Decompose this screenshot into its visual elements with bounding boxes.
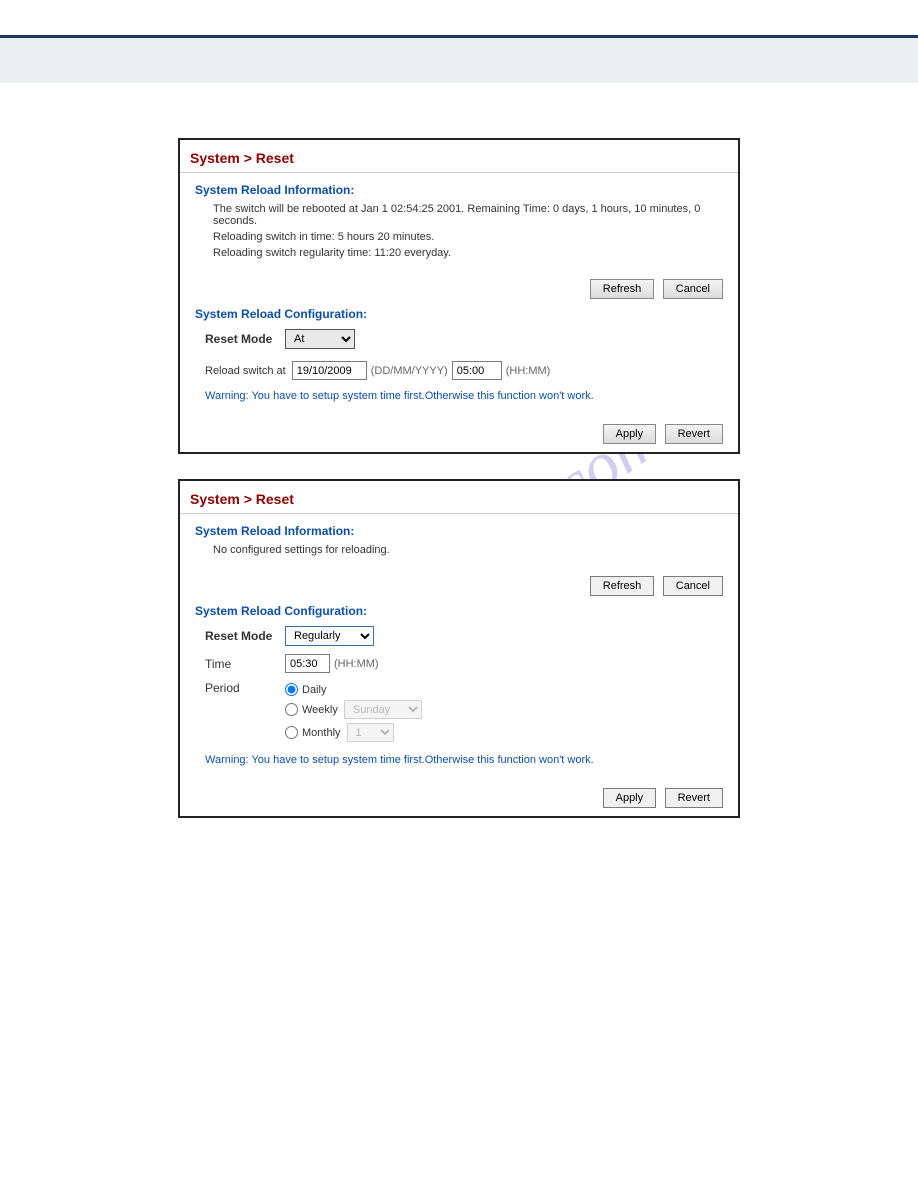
time-hint: (HH:MM) [334, 658, 379, 670]
panel-title: System > Reset [180, 481, 738, 513]
reload-at-row: Reload switch at (DD/MM/YYYY) (HH:MM) [195, 353, 723, 384]
time-label: Time [205, 657, 285, 671]
config-button-row: Apply Revert [180, 416, 738, 452]
panel-reset-at: System > Reset System Reload Information… [178, 138, 740, 454]
reset-mode-label: Reset Mode [205, 629, 285, 643]
reset-mode-row: Reset Mode At [195, 325, 723, 353]
weekly-label: Weekly [302, 704, 338, 716]
time-row: Time (HH:MM) [195, 650, 723, 677]
weekly-day-select: Sunday [344, 700, 422, 719]
info-line: The switch will be rebooted at Jan 1 02:… [195, 201, 723, 229]
time-hint: (HH:MM) [506, 365, 551, 377]
info-button-row: Refresh Cancel [180, 568, 738, 604]
reload-config-section: System Reload Configuration: Reset Mode … [180, 604, 738, 780]
cancel-button[interactable]: Cancel [663, 279, 723, 299]
time-input[interactable] [452, 361, 502, 380]
reload-config-title: System Reload Configuration: [195, 307, 723, 321]
reset-mode-label: Reset Mode [205, 332, 285, 346]
period-weekly-radio[interactable] [285, 703, 298, 716]
daily-label: Daily [302, 684, 326, 696]
reload-config-title: System Reload Configuration: [195, 604, 723, 618]
header-band [0, 38, 918, 83]
date-input[interactable] [292, 361, 367, 380]
apply-button[interactable]: Apply [603, 424, 657, 444]
period-monthly-radio[interactable] [285, 726, 298, 739]
period-daily-radio[interactable] [285, 683, 298, 696]
reload-info-section: System Reload Information: No configured… [180, 514, 738, 568]
panel-title: System > Reset [180, 140, 738, 172]
revert-button[interactable]: Revert [665, 788, 723, 808]
panel-reset-regularly: System > Reset System Reload Information… [178, 479, 740, 818]
cancel-button[interactable]: Cancel [663, 576, 723, 596]
info-line: Reloading switch in time: 5 hours 20 min… [195, 229, 723, 245]
date-hint: (DD/MM/YYYY) [371, 365, 448, 377]
reset-mode-select[interactable]: At [285, 329, 355, 349]
refresh-button[interactable]: Refresh [590, 576, 655, 596]
refresh-button[interactable]: Refresh [590, 279, 655, 299]
config-button-row: Apply Revert [180, 780, 738, 816]
monthly-day-select: 1 [347, 723, 394, 742]
reload-info-title: System Reload Information: [195, 524, 723, 538]
info-line: No configured settings for reloading. [195, 542, 723, 558]
time-input[interactable] [285, 654, 330, 673]
apply-button[interactable]: Apply [603, 788, 657, 808]
revert-button[interactable]: Revert [665, 424, 723, 444]
info-button-row: Refresh Cancel [180, 271, 738, 307]
reload-switch-at-label: Reload switch at [205, 365, 286, 377]
reload-config-section: System Reload Configuration: Reset Mode … [180, 307, 738, 416]
reload-info-section: System Reload Information: The switch wi… [180, 173, 738, 271]
monthly-label: Monthly [302, 727, 341, 739]
warning-text: Warning: You have to setup system time f… [195, 748, 723, 770]
reset-mode-row: Reset Mode Regularly [195, 622, 723, 650]
reset-mode-select[interactable]: Regularly [285, 626, 374, 646]
reload-info-title: System Reload Information: [195, 183, 723, 197]
warning-text: Warning: You have to setup system time f… [195, 384, 723, 406]
period-row: Period Daily Weekly Sunday [195, 677, 723, 748]
period-label: Period [205, 681, 285, 695]
info-line: Reloading switch regularity time: 11:20 … [195, 245, 723, 261]
